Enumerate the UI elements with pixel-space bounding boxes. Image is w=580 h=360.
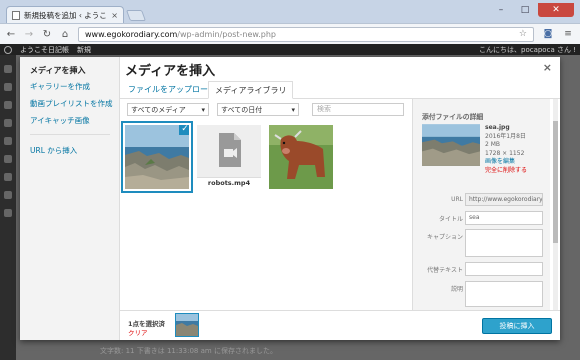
details-thumbnail: [422, 124, 480, 166]
media-router: ファイルをアップロード メディアライブラリ: [120, 79, 560, 99]
tab-media-library[interactable]: メディアライブラリ: [208, 81, 294, 99]
modal-title: メディアを挿入: [125, 64, 216, 79]
caption-label: キャプション: [426, 234, 463, 241]
description-label: 説明: [450, 286, 463, 293]
menu-item-insert-from-url[interactable]: URL から挿入: [30, 145, 77, 156]
title-field[interactable]: sea: [465, 211, 543, 225]
close-tab-icon[interactable]: ×: [111, 11, 118, 20]
details-scrollbar[interactable]: [553, 99, 558, 310]
file-dimensions: 1728 × 1152: [485, 149, 525, 157]
insert-into-post-button[interactable]: 投稿に挿入: [482, 318, 552, 334]
site-name[interactable]: ようこそ日記帳: [20, 45, 69, 55]
chevron-down-icon: ▾: [201, 105, 205, 114]
url-field[interactable]: http://www.egokorodiary.: [465, 193, 543, 206]
date-value: すべての日付: [221, 105, 263, 114]
file-date: 2016年1月8日: [485, 132, 526, 140]
page-icon: [12, 10, 20, 20]
media-toolbar: 1点を選択済 クリア 投稿に挿入: [120, 310, 560, 340]
user-greeting[interactable]: こんにちは、pocapoca さん !: [479, 45, 576, 55]
description-field[interactable]: [465, 281, 543, 307]
minimize-icon[interactable]: –: [490, 3, 512, 17]
selected-thumbnail[interactable]: [176, 314, 198, 336]
new-tab-button[interactable]: [125, 10, 147, 21]
close-icon[interactable]: ×: [543, 61, 552, 74]
edit-image-link[interactable]: 画像を編集: [485, 158, 527, 167]
sea-thumbnail: [176, 314, 198, 336]
url-path: /wp-admin/post-new.php: [177, 29, 276, 39]
url-host: www.egokorodiary.com: [85, 29, 178, 39]
alt-text-label: 代替テキスト: [427, 267, 463, 274]
bookmark-star-icon[interactable]: ☆: [519, 29, 527, 39]
delete-permanently-link[interactable]: 完全に削除する: [485, 167, 527, 176]
menu-item-create-gallery[interactable]: ギャラリーを作成: [30, 81, 90, 92]
address-bar[interactable]: www.egokorodiary.com/wp-admin/post-new.p…: [78, 26, 534, 42]
tab-title: 新規投稿を追加 ‹ ようこそ日: [24, 10, 107, 20]
browser-chrome: 新規投稿を追加 ‹ ようこそ日 × – □ ✕ ← → ↻ ⌂ www.egok…: [0, 0, 580, 44]
wp-admin-bar: ようこそ日記帳 新規 こんにちは、pocapoca さん !: [0, 44, 580, 55]
file-meta: sea.jpg 2016年1月8日 2 MB 1728 × 1152 画像を編集…: [485, 124, 527, 175]
attachment-robots-video[interactable]: robots.mp4: [197, 125, 261, 189]
attachment-filename: robots.mp4: [197, 177, 261, 189]
attachment-sea[interactable]: ✓: [125, 125, 189, 189]
selected-check-icon[interactable]: ✓: [179, 125, 189, 135]
menu-title-insert-media[interactable]: メディアを挿入: [30, 65, 85, 76]
date-select[interactable]: すべての日付 ▾: [217, 103, 299, 116]
title-label: タイトル: [438, 216, 463, 223]
attachment-cow[interactable]: [269, 125, 333, 189]
details-heading: 添付ファイルの詳細: [422, 113, 484, 121]
menu-item-featured-image[interactable]: アイキャッチ画像: [30, 115, 90, 126]
media-menu: メディアを挿入 ギャラリーを作成 動画プレイリストを作成 アイキャッチ画像 UR…: [20, 57, 120, 340]
menu-item-create-playlist[interactable]: 動画プレイリストを作成: [30, 98, 113, 109]
alt-text-field[interactable]: [465, 262, 543, 276]
sea-thumbnail: [422, 124, 480, 166]
url-label: URL: [451, 196, 463, 203]
cow-thumbnail: [269, 125, 333, 189]
media-type-value: すべてのメディア: [131, 105, 186, 114]
search-input[interactable]: 検索: [312, 103, 404, 116]
wordpress-logo-icon[interactable]: [4, 45, 12, 54]
file-name: sea.jpg: [485, 124, 510, 131]
media-modal: メディアを挿入 ギャラリーを作成 動画プレイリストを作成 アイキャッチ画像 UR…: [20, 57, 560, 340]
maximize-icon[interactable]: □: [514, 3, 536, 17]
caption-field[interactable]: [465, 229, 543, 257]
back-icon[interactable]: ←: [6, 29, 16, 40]
editor-status-line: 文字数: 11 下書きは 11:33:08 am に保存されました。: [100, 347, 277, 355]
browser-tab[interactable]: 新規投稿を追加 ‹ ようこそ日 ×: [6, 6, 124, 23]
new-content-link[interactable]: 新規: [77, 45, 91, 55]
clear-selection-link[interactable]: クリア: [128, 327, 148, 337]
file-size: 2 MB: [485, 141, 501, 148]
forward-icon[interactable]: →: [24, 29, 34, 40]
wp-admin-sidebar: [0, 55, 16, 360]
video-file-icon: [197, 125, 261, 177]
media-filters: すべてのメディア ▾ すべての日付 ▾: [127, 103, 299, 116]
reload-icon[interactable]: ↻: [42, 29, 52, 40]
close-window-icon[interactable]: ✕: [538, 3, 574, 17]
home-icon[interactable]: ⌂: [60, 29, 70, 40]
tab-upload-files[interactable]: ファイルをアップロード: [122, 81, 222, 99]
menu-separator: [30, 134, 110, 135]
attachment-details: 添付ファイルの詳細 sea.jpg 2016年1月8日 2 MB 1728 × …: [412, 99, 550, 310]
media-type-select[interactable]: すべてのメディア ▾: [127, 103, 209, 116]
window-controls: – □ ✕: [490, 3, 574, 17]
browser-toolbar: ← → ↻ ⌂ www.egokorodiary.com/wp-admin/po…: [0, 23, 580, 44]
chevron-down-icon: ▾: [291, 105, 295, 114]
menu-icon[interactable]: ≡: [562, 28, 574, 40]
camera-extension-icon[interactable]: ◙: [542, 28, 554, 40]
